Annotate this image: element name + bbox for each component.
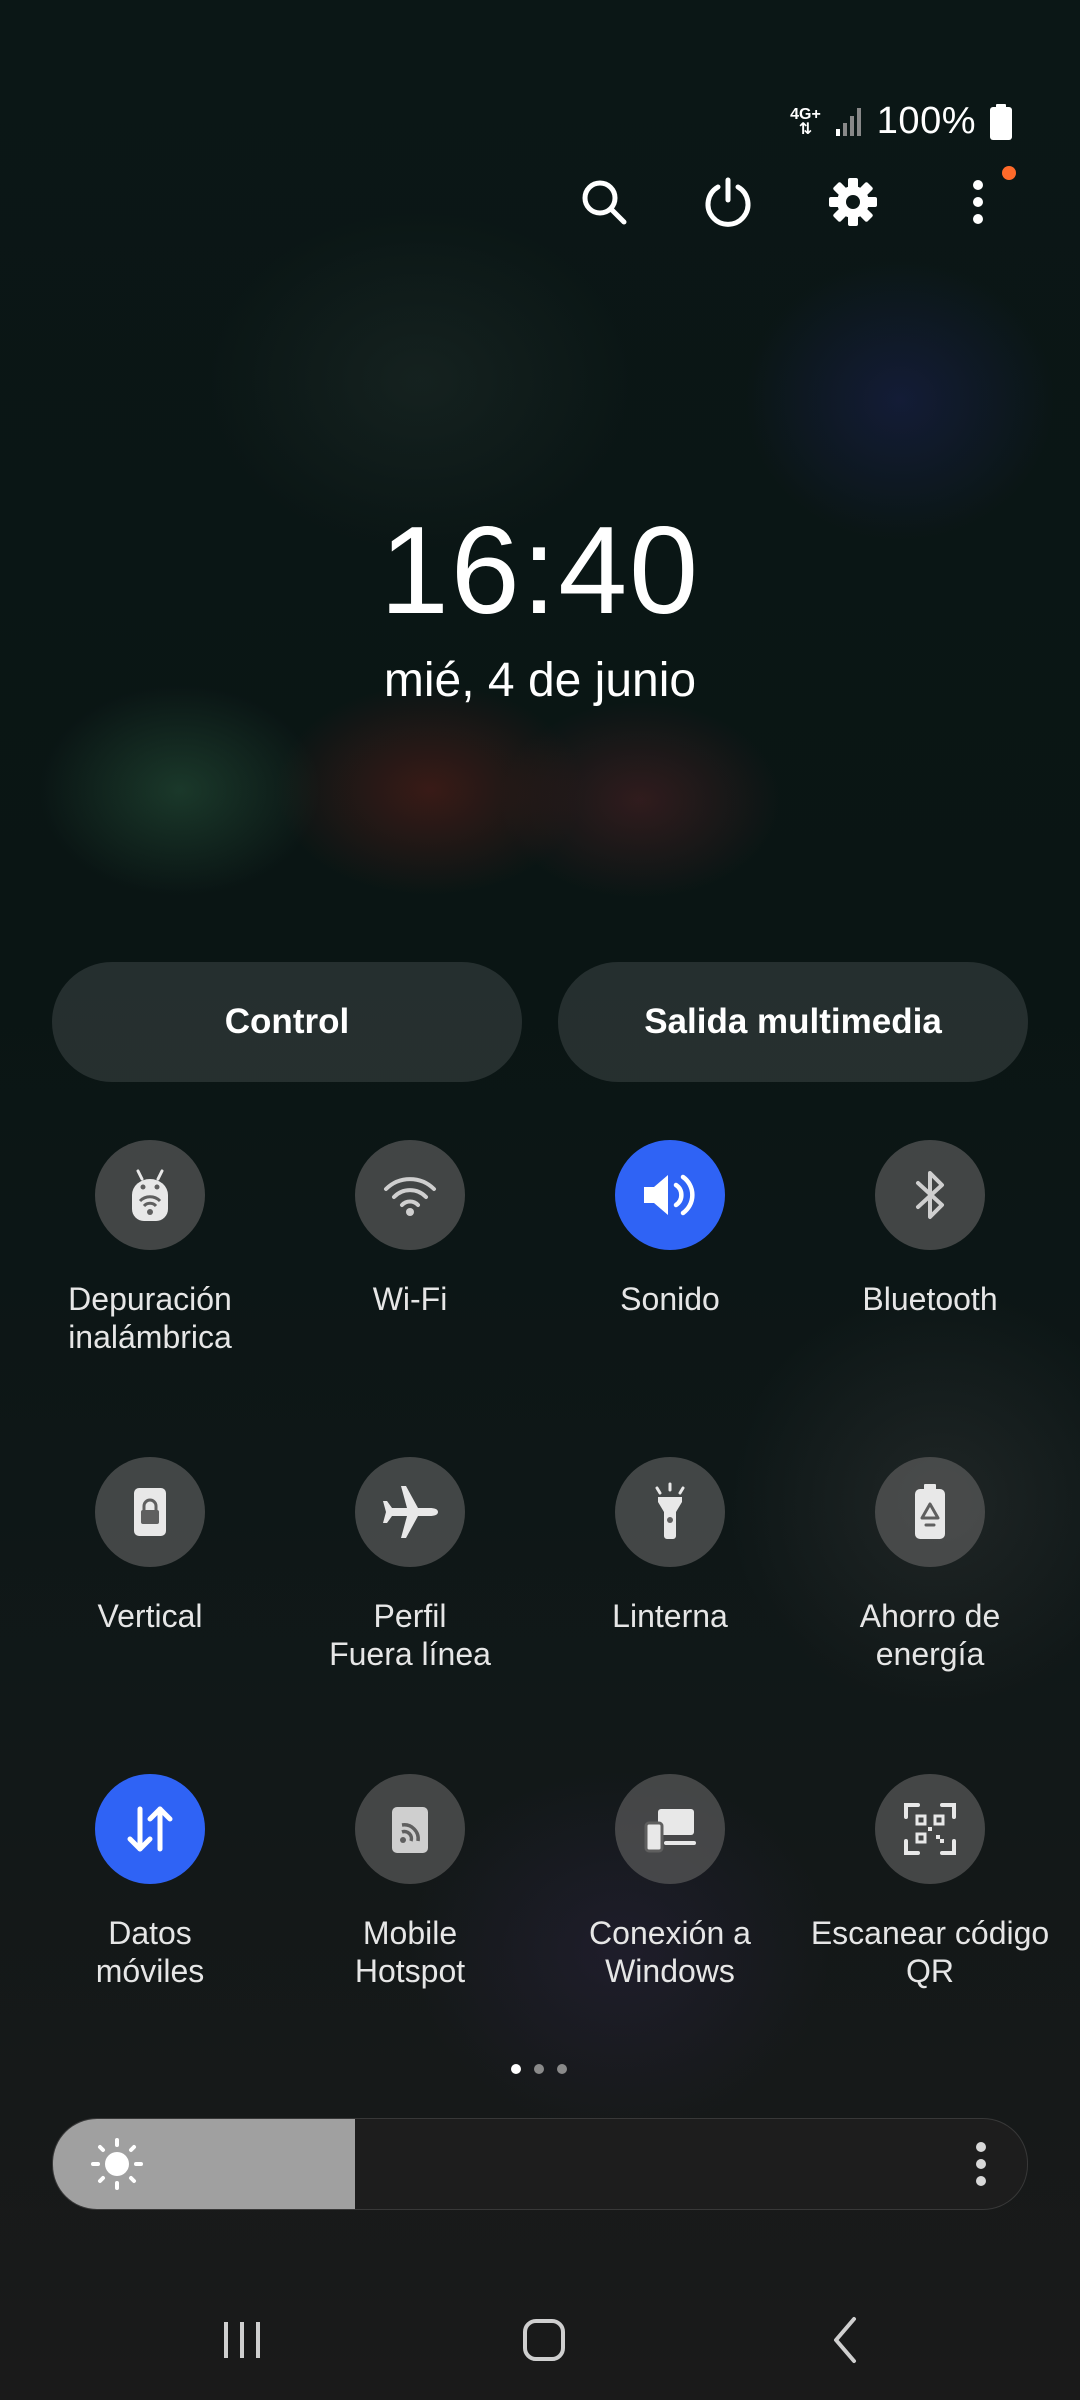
tile-wireless-debugging[interactable]: Depuración inalámbrica — [20, 1140, 280, 1356]
status-bar: 4G+ ⇅ 100% — [790, 100, 1012, 143]
power-saving-icon[interactable] — [875, 1457, 985, 1567]
tile-label: Mobile Hotspot — [354, 1915, 466, 1989]
search-icon[interactable] — [574, 172, 634, 232]
tile-airplane[interactable]: Perfil Fuera línea — [280, 1457, 540, 1673]
tile-mobile-data[interactable]: Datos móviles — [20, 1774, 280, 1990]
notification-badge — [1002, 166, 1016, 180]
page-indicator-dot — [557, 2064, 567, 2074]
tile-flashlight[interactable]: Linterna — [540, 1457, 800, 1635]
media-output-button[interactable]: Salida multimedia — [558, 962, 1028, 1082]
qr-scan-icon[interactable] — [875, 1774, 985, 1884]
tile-label: Conexión a Windows — [589, 1915, 751, 1989]
network-type: 4G+ ⇅ — [790, 105, 821, 138]
tile-label: Ahorro de energía — [859, 1598, 1001, 1672]
back-icon[interactable] — [806, 2300, 886, 2380]
page-indicator-dot — [534, 2064, 544, 2074]
tile-bluetooth[interactable]: Bluetooth — [800, 1140, 1060, 1318]
tile-mobile-hotspot[interactable]: Mobile Hotspot — [280, 1774, 540, 1990]
tile-qr-scan[interactable]: Escanear código QR — [800, 1774, 1060, 1990]
tile-label: Perfil Fuera línea — [329, 1598, 491, 1672]
tile-label: Linterna — [612, 1598, 728, 1634]
home-icon[interactable] — [504, 2300, 584, 2380]
tile-label: Depuración inalámbrica — [68, 1281, 232, 1355]
tile-portrait[interactable]: Vertical — [20, 1457, 280, 1635]
data-arrows-icon: ⇅ — [798, 120, 813, 138]
mobile-data-icon[interactable] — [95, 1774, 205, 1884]
battery-percent: 100% — [876, 100, 976, 142]
brightness-slider[interactable] — [52, 2118, 1028, 2210]
flashlight-icon[interactable] — [615, 1457, 725, 1567]
control-button[interactable]: Control — [52, 962, 522, 1082]
clock-time[interactable]: 16:40 — [0, 500, 1080, 642]
bluetooth-icon[interactable] — [875, 1140, 985, 1250]
more-options-icon[interactable] — [948, 172, 1008, 232]
wireless-debugging-icon[interactable] — [95, 1140, 205, 1250]
page-indicator-dot-active — [511, 2064, 521, 2074]
signal-icon — [835, 107, 861, 136]
settings-icon[interactable] — [823, 172, 883, 232]
recent-apps-icon[interactable] — [202, 2300, 282, 2380]
tile-link-to-windows[interactable]: Conexión a Windows — [540, 1774, 800, 1990]
tile-label: Wi-Fi — [372, 1281, 448, 1317]
hotspot-icon[interactable] — [355, 1774, 465, 1884]
power-icon[interactable] — [698, 172, 758, 232]
airplane-icon[interactable] — [355, 1457, 465, 1567]
tile-label: Bluetooth — [862, 1281, 998, 1317]
sound-icon[interactable] — [615, 1140, 725, 1250]
tile-wifi[interactable]: Wi-Fi — [280, 1140, 540, 1318]
link-to-windows-icon[interactable] — [615, 1774, 725, 1884]
tile-label: Sonido — [620, 1281, 720, 1317]
portrait-lock-icon[interactable] — [95, 1457, 205, 1567]
battery-icon — [990, 103, 1012, 140]
tile-power-saving[interactable]: Ahorro de energía — [800, 1457, 1060, 1673]
tile-label: Datos móviles — [95, 1915, 205, 1989]
wifi-icon[interactable] — [355, 1140, 465, 1250]
brightness-sun-icon — [91, 2138, 143, 2190]
clock-date[interactable]: mié, 4 de junio — [0, 653, 1080, 708]
tile-label: Escanear código QR — [810, 1915, 1050, 1989]
tile-sound[interactable]: Sonido — [540, 1140, 800, 1318]
tile-label: Vertical — [97, 1598, 203, 1634]
brightness-more-icon[interactable] — [973, 2139, 989, 2189]
